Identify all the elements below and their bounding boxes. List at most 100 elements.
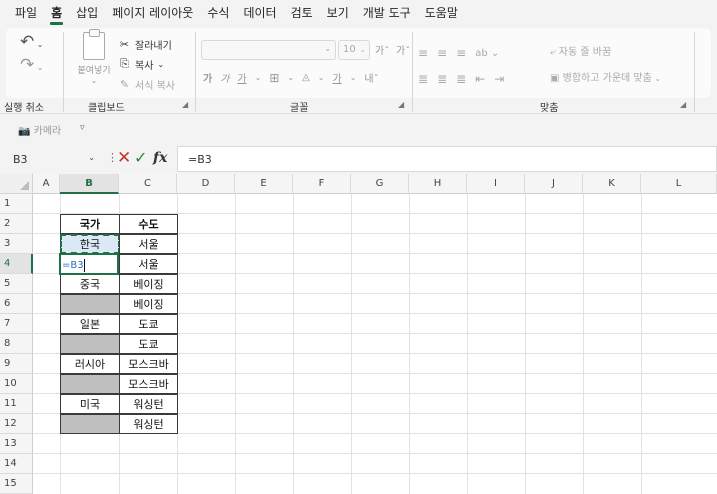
row-header-5[interactable]: 5 [0, 274, 33, 294]
align-middle-icon[interactable]: ≡ [437, 46, 447, 60]
align-right-icon[interactable]: ≣ [456, 72, 466, 86]
column-header-l[interactable]: L [641, 174, 717, 194]
row-header-11[interactable]: 11 [0, 394, 33, 414]
select-all-button[interactable] [0, 174, 33, 194]
copy-button[interactable]: ⎘ 복사 ⌄ [118, 54, 175, 74]
border-icon[interactable]: ⊞ [269, 71, 279, 85]
cell-c9[interactable]: 모스크바 [119, 354, 178, 374]
undo-icon[interactable]: ↶ ⌄ [20, 32, 60, 55]
name-box[interactable]: B3 ⌄ [8, 148, 106, 170]
tab-view[interactable]: 보기 [320, 0, 356, 26]
formula-input[interactable]: =B3 [177, 146, 717, 172]
cell-c3[interactable]: 서울 [119, 234, 178, 254]
row-header-2[interactable]: 2 [0, 214, 33, 234]
row-header-14[interactable]: 14 [0, 454, 33, 474]
cell-b7[interactable]: 일본 [60, 314, 120, 334]
bold-icon[interactable]: 가 [203, 70, 212, 85]
cell-c4[interactable]: 서울 [119, 254, 178, 274]
column-header-b[interactable]: B [60, 174, 119, 194]
row-header-7[interactable]: 7 [0, 314, 33, 334]
row-header-15[interactable]: 15 [0, 474, 33, 494]
wrap-text-button[interactable]: ⤶ 자동 줄 바꿈 [550, 43, 661, 69]
row-header-6[interactable]: 6 [0, 294, 33, 314]
column-header-a[interactable]: A [33, 174, 60, 194]
column-header-e[interactable]: E [235, 174, 293, 194]
tab-data[interactable]: 데이터 [236, 0, 283, 26]
tab-formulas[interactable]: 수식 [200, 0, 236, 26]
italic-icon[interactable]: 가 [220, 70, 229, 85]
align-center-icon[interactable]: ≣ [437, 72, 447, 86]
column-header-j[interactable]: J [525, 174, 583, 194]
cell-c12[interactable]: 워싱턴 [119, 414, 178, 434]
cell-b9[interactable]: 러시아 [60, 354, 120, 374]
column-header-f[interactable]: F [293, 174, 351, 194]
row-header-10[interactable]: 10 [0, 374, 33, 394]
camera-button[interactable]: 📷 카메라 [18, 122, 61, 137]
cancel-icon[interactable]: ✕ [117, 147, 131, 169]
row-header-3[interactable]: 3 [0, 234, 33, 254]
cell-b5[interactable]: 중국 [60, 274, 120, 294]
column-header-g[interactable]: G [351, 174, 409, 194]
column-header-k[interactable]: K [583, 174, 641, 194]
cell-c7[interactable]: 도쿄 [119, 314, 178, 334]
font-launcher-icon[interactable]: ◢ [398, 100, 404, 109]
cell-b3-copy-source[interactable]: 한국 [60, 234, 120, 254]
chevron-down-icon[interactable]: ⌄ [255, 73, 262, 82]
enter-check-icon[interactable]: ✓ [134, 147, 147, 169]
increase-font-icon[interactable]: 가ˆ [375, 42, 389, 57]
table-header-capital[interactable]: 수도 [119, 214, 178, 234]
tab-review[interactable]: 검토 [284, 0, 320, 26]
redo-icon[interactable]: ↷ ⌄ [20, 55, 60, 78]
tab-file[interactable]: 파일 [8, 0, 44, 26]
font-size-select[interactable]: 10 ⌄ [338, 40, 370, 60]
column-header-d[interactable]: D [177, 174, 235, 194]
worksheet-grid[interactable]: A B C D E F G H I J K L 1 2 3 4 5 6 7 8 … [0, 174, 717, 494]
column-header-c[interactable]: C [119, 174, 177, 194]
table-header-country[interactable]: 국가 [60, 214, 120, 234]
cell-c5[interactable]: 베이징 [119, 274, 178, 294]
insert-function-icon[interactable]: fx [153, 148, 167, 168]
column-header-i[interactable]: I [467, 174, 525, 194]
clipboard-launcher-icon[interactable]: ◢ [182, 100, 188, 109]
tab-page-layout[interactable]: 페이지 레이아웃 [105, 0, 200, 26]
cell-b12-blank[interactable] [60, 414, 120, 434]
row-header-1[interactable]: 1 [0, 194, 33, 214]
font-color-icon[interactable]: 가 [332, 70, 341, 85]
underline-icon[interactable]: 가 [237, 70, 246, 85]
alignment-launcher-icon[interactable]: ◢ [680, 100, 686, 109]
phonetic-icon[interactable]: 내ˇ [364, 70, 378, 85]
tab-home[interactable]: 홈 [44, 0, 69, 26]
row-header-8[interactable]: 8 [0, 334, 33, 354]
row-header-13[interactable]: 13 [0, 434, 33, 454]
customize-toolbar-icon[interactable]: ▿ [80, 123, 85, 133]
increase-indent-icon[interactable]: ⇥ [494, 72, 504, 86]
cell-c6[interactable]: 베이징 [119, 294, 178, 314]
font-name-select[interactable]: ⌄ [201, 40, 336, 60]
row-header-12[interactable]: 12 [0, 414, 33, 434]
cut-button[interactable]: ✂ 잘라내기 [118, 34, 175, 54]
row-header-4[interactable]: 4 [0, 254, 33, 274]
cell-c10[interactable]: 모스크바 [119, 374, 178, 394]
paste-button[interactable]: 붙여넣기 ⌄ [74, 29, 114, 85]
orientation-icon[interactable]: ab ⌄ [475, 48, 499, 59]
merge-center-button[interactable]: ▣ 병합하고 가운데 맞춤 ⌄ [550, 69, 661, 95]
chevron-down-icon[interactable]: ⌄ [318, 73, 325, 82]
cell-b6-blank[interactable] [60, 294, 120, 314]
decrease-indent-icon[interactable]: ⇤ [475, 72, 485, 86]
format-painter-button[interactable]: ✎ 서식 복사 [118, 74, 175, 94]
column-header-h[interactable]: H [409, 174, 467, 194]
row-header-9[interactable]: 9 [0, 354, 33, 374]
cell-c8[interactable]: 도쿄 [119, 334, 178, 354]
tab-developer[interactable]: 개발 도구 [356, 0, 418, 26]
chevron-down-icon[interactable]: ⌄ [287, 73, 294, 82]
cell-b10-blank[interactable] [60, 374, 120, 394]
tab-insert[interactable]: 삽입 [69, 0, 105, 26]
chevron-down-icon[interactable]: ⌄ [350, 73, 357, 82]
cell-b8-blank[interactable] [60, 334, 120, 354]
tab-help[interactable]: 도움말 [418, 0, 465, 26]
cell-c11[interactable]: 워싱턴 [119, 394, 178, 414]
align-top-icon[interactable]: ≡ [418, 46, 428, 60]
fill-color-icon[interactable]: ◬ [302, 72, 310, 83]
decrease-font-icon[interactable]: 가ˇ [396, 42, 410, 57]
align-bottom-icon[interactable]: ≡ [456, 46, 466, 60]
